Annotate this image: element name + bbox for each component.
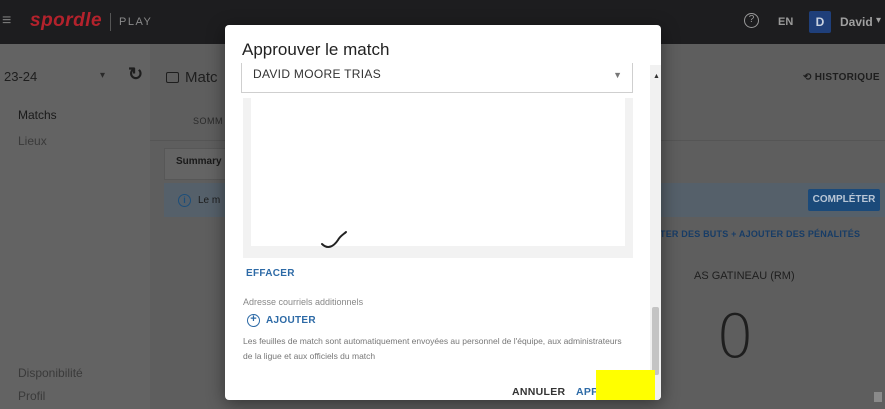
cancel-button[interactable]: ANNULER xyxy=(512,386,565,398)
clear-signature-button[interactable]: EFFACER xyxy=(246,268,295,279)
menu-icon[interactable]: ≡ xyxy=(2,12,11,30)
language-switch[interactable]: EN xyxy=(778,16,793,28)
add-email-button[interactable]: + AJOUTER xyxy=(247,314,316,327)
signature-area xyxy=(243,98,633,258)
history-icon: ⟲ xyxy=(803,72,815,83)
team-name: AS GATINEAU (RM) xyxy=(694,270,795,282)
season-select[interactable]: 23-24 xyxy=(4,69,37,84)
chevron-down-icon[interactable]: ▾ xyxy=(100,70,105,81)
signature-stroke xyxy=(321,231,347,248)
add-circle-icon: + xyxy=(247,314,260,327)
add-goals-penalties-actions[interactable]: TER DES BUTS + AJOUTER DES PÉNALITÉS xyxy=(660,229,860,239)
official-select[interactable]: DAVID MOORE TRIAS ▼ xyxy=(241,63,633,93)
help-icon[interactable]: ? xyxy=(744,13,759,28)
refresh-icon[interactable]: ↻ xyxy=(128,64,143,85)
signature-canvas[interactable] xyxy=(251,98,625,246)
scroll-up-icon[interactable]: ▲ xyxy=(653,73,660,80)
add-email-label: AJOUTER xyxy=(266,315,316,326)
extra-emails-label: Adresse courriels additionnels xyxy=(243,297,364,307)
page-scrollbar[interactable] xyxy=(874,392,882,402)
sidebar-item-matchs[interactable]: Matchs xyxy=(18,108,57,122)
sidebar-item-profil[interactable]: Profil xyxy=(18,389,45,403)
avatar[interactable]: D xyxy=(809,11,831,33)
page-title: Matc xyxy=(166,69,218,86)
dialog-title: Approuver le match xyxy=(242,40,390,59)
user-menu-chevron-down-icon[interactable]: ▾ xyxy=(876,15,881,26)
history-button[interactable]: ⟲ HISTORIQUE xyxy=(803,72,880,83)
sidebar: 23-24 ▾ ↻ Matchs Lieux Disponibilité Pro… xyxy=(0,44,150,409)
dialog-scrollbar-thumb[interactable] xyxy=(652,307,659,375)
info-banner-text: Le m xyxy=(198,195,221,206)
app-logo[interactable]: spordle xyxy=(30,10,102,32)
redaction-box xyxy=(596,370,655,400)
info-icon: i xyxy=(178,194,191,207)
product-name: PLAY xyxy=(119,16,153,28)
chevron-down-icon[interactable]: ▼ xyxy=(613,70,622,80)
history-label: HISTORIQUE xyxy=(814,72,880,83)
tab-summary[interactable]: SOMM xyxy=(193,116,223,126)
complete-button[interactable]: COMPLÉTER xyxy=(808,189,880,211)
official-select-value: DAVID MOORE TRIAS xyxy=(253,67,382,81)
approve-match-dialog: Approuver le match DAVID MOORE TRIAS ▼ ▲… xyxy=(225,25,661,400)
sidebar-item-disponibilite[interactable]: Disponibilité xyxy=(18,366,83,380)
team-score: 0 xyxy=(716,302,755,372)
page-title-text: Matc xyxy=(185,69,218,86)
sidebar-item-lieux[interactable]: Lieux xyxy=(18,134,47,148)
user-name[interactable]: David xyxy=(840,15,873,29)
scoreboard-icon xyxy=(166,72,179,83)
dialog-note: Les feuilles de match sont automatiqueme… xyxy=(243,336,622,361)
summary-heading: Summary xyxy=(176,156,222,167)
logo-divider xyxy=(110,13,111,31)
